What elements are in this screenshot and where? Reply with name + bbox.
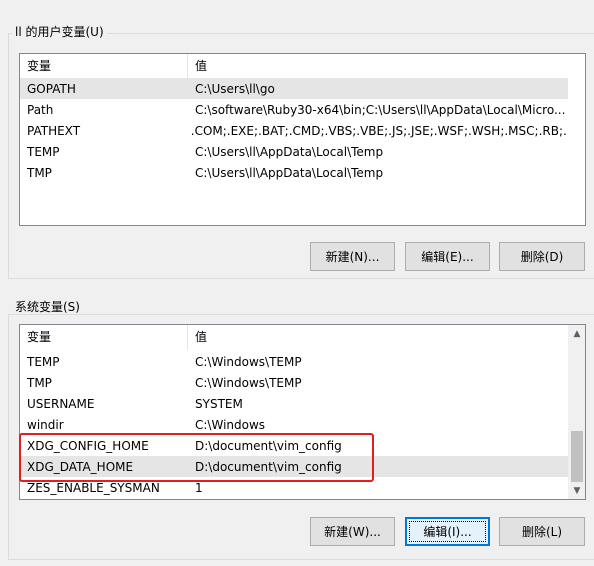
variable-value: D:\document\vim_config (195, 459, 342, 474)
user-variables-list[interactable]: 变量 值 GOPATH C:\Users\ll\go Path C:\softw… (19, 53, 586, 226)
variable-name: TMP (27, 375, 52, 390)
system-variables-label: 系统变量(S) (12, 300, 83, 314)
list-item[interactable]: TMP C:\Users\ll\AppData\Local\Temp (20, 162, 568, 183)
variable-name: Path (27, 102, 54, 117)
variable-name: TMP (27, 165, 52, 180)
variable-name: GOPATH (27, 81, 76, 96)
variable-name: TEMP (27, 144, 60, 159)
user-variables-label: ll 的用户变量(U) (12, 25, 107, 39)
system-delete-button[interactable]: 删除(L) (499, 517, 585, 546)
variable-value: C:\Windows (195, 417, 266, 432)
variable-name: TEMP (27, 354, 60, 369)
column-header-variable[interactable]: 变量 (20, 325, 188, 350)
system-variables-header: 变量 值 (20, 325, 568, 350)
variable-value: C:\Windows\TEMP (195, 375, 302, 390)
variable-value: 1 (195, 480, 203, 495)
variable-value: C:\Windows\TEMP (195, 354, 302, 369)
list-item[interactable]: USERNAME SYSTEM (20, 393, 568, 414)
list-item[interactable]: Path C:\software\Ruby30-x64\bin;C:\Users… (20, 99, 568, 120)
column-header-variable[interactable]: 变量 (20, 54, 188, 79)
list-item[interactable]: ZES_ENABLE_SYSMAN 1 (20, 477, 568, 498)
scroll-down-icon[interactable]: ▼ (569, 482, 585, 499)
system-new-button[interactable]: 新建(W)... (310, 517, 395, 546)
scrollbar-thumb[interactable] (571, 431, 583, 482)
list-item[interactable]: TEMP C:\Windows\TEMP (20, 351, 568, 372)
scroll-up-icon[interactable]: ▲ (569, 325, 585, 342)
user-variables-header: 变量 值 (20, 54, 568, 79)
user-new-button[interactable]: 新建(N)... (310, 242, 395, 271)
variable-value: C:\Users\ll\AppData\Local\Temp (195, 144, 384, 159)
column-header-value[interactable]: 值 (188, 54, 568, 79)
user-edit-button[interactable]: 编辑(E)... (405, 242, 490, 271)
system-edit-button[interactable]: 编辑(I)... (405, 517, 490, 546)
variable-name: XDG_DATA_HOME (27, 459, 134, 474)
list-item[interactable]: XDG_DATA_HOME D:\document\vim_config (20, 456, 568, 477)
list-item[interactable]: windir C:\Windows (20, 414, 568, 435)
list-item[interactable]: PATHEXT .COM;.EXE;.BAT;.CMD;.VBS;.VBE;.J… (20, 120, 568, 141)
variable-name: USERNAME (27, 396, 95, 411)
user-delete-button[interactable]: 删除(D) (499, 242, 585, 271)
list-item[interactable]: GOPATH C:\Users\ll\go (20, 78, 568, 99)
variable-value: D:\document\vim_config (195, 438, 342, 453)
variable-value: C:\Users\ll\go (195, 81, 275, 96)
variable-name: XDG_CONFIG_HOME (27, 438, 149, 453)
variable-name: ZES_ENABLE_SYSMAN (27, 480, 160, 495)
list-item[interactable]: XDG_CONFIG_HOME D:\document\vim_config (20, 435, 568, 456)
variable-value: C:\Users\ll\AppData\Local\Temp (195, 165, 384, 180)
variable-name: PATHEXT (27, 123, 81, 138)
variable-name: windir (27, 417, 64, 432)
list-item[interactable]: TEMP C:\Users\ll\AppData\Local\Temp (20, 141, 568, 162)
system-variables-list[interactable]: 变量 值 TEMP C:\Windows\TEMP TMP C:\Windows… (19, 324, 586, 500)
list-item[interactable]: TMP C:\Windows\TEMP (20, 372, 568, 393)
column-header-value[interactable]: 值 (188, 325, 568, 350)
variable-value: C:\software\Ruby30-x64\bin;C:\Users\ll\A… (195, 102, 566, 117)
variable-value: .COM;.EXE;.BAT;.CMD;.VBS;.VBE;.JS;.JSE;.… (190, 123, 568, 138)
system-list-scrollbar[interactable]: ▲ ▼ (568, 325, 585, 499)
variable-value: SYSTEM (195, 396, 243, 411)
